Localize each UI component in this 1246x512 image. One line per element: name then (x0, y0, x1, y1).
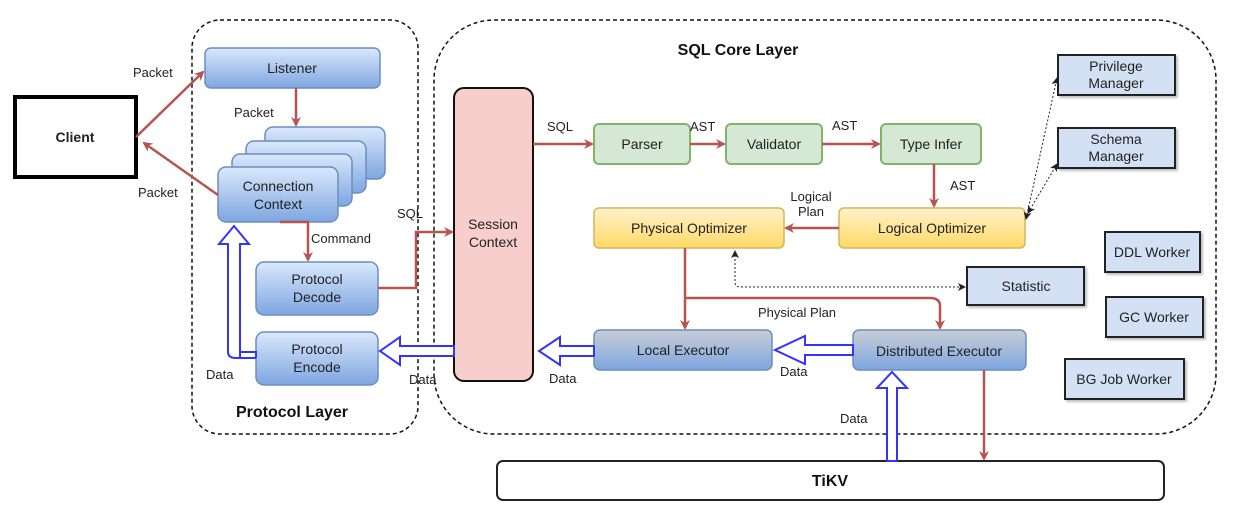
label-ast-2: AST (832, 118, 857, 133)
client-label: Client (56, 129, 95, 145)
label-sql-parser: SQL (547, 119, 573, 134)
session-context-node[interactable]: Session Context (453, 87, 534, 382)
ddl-worker-label: DDL Worker (1114, 244, 1191, 260)
privilege-manager-line2: Manager (1088, 75, 1144, 91)
local-executor-node[interactable]: Local Executor (593, 329, 773, 371)
sql-core-layer-title: SQL Core Layer (678, 42, 799, 59)
label-ast-1: AST (690, 119, 715, 134)
bg-job-worker-label: BG Job Worker (1076, 371, 1172, 387)
parser-node[interactable]: Parser (593, 123, 691, 165)
type-infer-node[interactable]: Type Infer (880, 123, 982, 165)
label-packet-in: Packet (133, 65, 173, 80)
statistic-label: Statistic (1001, 278, 1050, 294)
client-node[interactable]: Client (13, 95, 138, 179)
label-packet-out: Packet (138, 185, 178, 200)
privilege-manager-line1: Privilege (1089, 58, 1143, 74)
label-logical-plan-2: Plan (798, 204, 824, 219)
physical-optimizer-node[interactable]: Physical Optimizer (593, 207, 785, 249)
logical-optimizer-node[interactable]: Logical Optimizer (838, 207, 1026, 249)
protocol-decode-node[interactable]: Protocol Decode (255, 261, 379, 316)
logical-optimizer-label: Logical Optimizer (878, 220, 986, 236)
bg-job-worker-node[interactable]: BG Job Worker (1064, 358, 1185, 400)
schema-manager-node[interactable]: Schema Manager (1057, 127, 1176, 169)
tikv-label: TiKV (812, 473, 848, 490)
session-context-line2: Context (469, 234, 517, 250)
local-executor-label: Local Executor (637, 342, 730, 358)
schema-manager-line1: Schema (1090, 131, 1142, 147)
session-context-line1: Session (468, 216, 518, 232)
protocol-encode-line1: Protocol (291, 341, 342, 357)
validator-node[interactable]: Validator (725, 123, 823, 165)
connection-context-line1: Connection (243, 178, 314, 194)
data-arrow-tikv-to-dist (874, 370, 910, 462)
protocol-decode-line1: Protocol (291, 271, 342, 287)
label-packet-internal: Packet (234, 105, 274, 120)
label-data-session: Data (409, 372, 437, 387)
arrow-decode-to-session (378, 227, 454, 290)
label-logical-plan-1: Logical (790, 189, 831, 204)
arrow-conn-to-decode (280, 220, 313, 262)
arrow-physical-to-statistic (731, 250, 966, 291)
arrow-logical-to-schema (1027, 163, 1058, 214)
ddl-worker-node[interactable]: DDL Worker (1104, 231, 1201, 273)
protocol-encode-node[interactable]: Protocol Encode (255, 331, 379, 386)
gc-worker-label: GC Worker (1119, 309, 1189, 325)
schema-manager-line2: Manager (1088, 148, 1144, 164)
physical-optimizer-label: Physical Optimizer (631, 220, 747, 236)
parser-label: Parser (621, 136, 663, 152)
type-infer-label: Type Infer (900, 136, 963, 152)
data-arrow-session-to-encode (378, 335, 455, 367)
data-arrow-encode-to-conn (216, 224, 257, 359)
connection-context-line2: Context (254, 196, 302, 212)
architecture-diagram: SQL Core Layer Protocol Layer Client Lis… (13, 19, 1217, 501)
label-data-tikv: Data (840, 411, 868, 426)
arrow-client-to-listener (135, 70, 205, 138)
privilege-manager-node[interactable]: Privilege Manager (1057, 54, 1176, 96)
data-arrow-local-to-session (537, 335, 595, 367)
tikv-node[interactable]: TiKV (496, 460, 1165, 501)
connection-context-node[interactable]: Connection Context (217, 126, 386, 223)
protocol-encode-line2: Encode (293, 359, 341, 375)
protocol-layer-title: Protocol Layer (236, 404, 348, 421)
validator-label: Validator (747, 136, 802, 152)
distributed-executor-node[interactable]: Distributed Executor (852, 329, 1027, 371)
dotted-arrows (731, 77, 1060, 291)
listener-node[interactable]: Listener (204, 47, 381, 89)
listener-label: Listener (267, 60, 317, 76)
gc-worker-node[interactable]: GC Worker (1105, 296, 1204, 338)
label-sql-session: SQL (397, 206, 423, 221)
statistic-node[interactable]: Statistic (966, 266, 1085, 306)
data-arrow-dist-to-local (772, 334, 854, 366)
label-data-dist: Data (780, 364, 808, 379)
label-data-local: Data (549, 371, 577, 386)
label-command: Command (311, 231, 371, 246)
label-ast-3: AST (950, 178, 975, 193)
label-physical-plan: Physical Plan (758, 305, 836, 320)
arrow-logical-to-privilege (1023, 77, 1060, 220)
label-data-encode: Data (206, 367, 234, 382)
protocol-decode-line2: Decode (293, 289, 341, 305)
distributed-executor-label: Distributed Executor (876, 343, 1002, 359)
